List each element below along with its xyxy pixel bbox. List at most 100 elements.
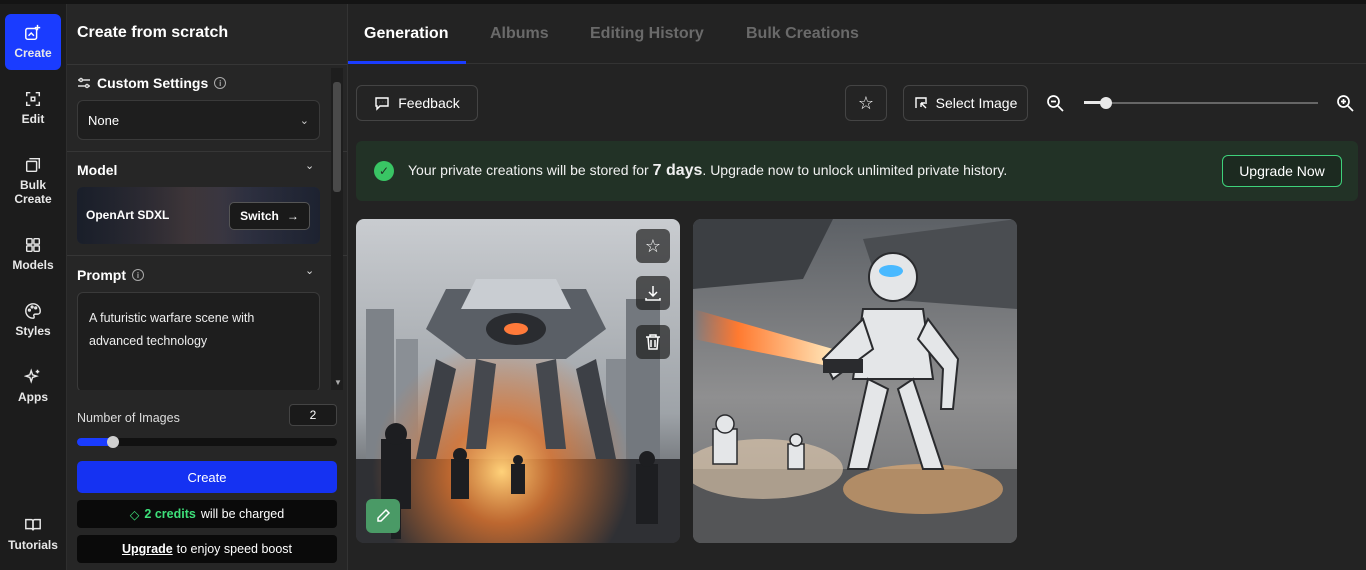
nav-create-label: Create bbox=[14, 46, 52, 60]
nav-create[interactable]: Create bbox=[5, 14, 61, 70]
tab-bulk-creations[interactable]: Bulk Creations bbox=[746, 25, 859, 43]
left-nav-rail: Create Edit Bulk Create Models Styles Ap… bbox=[0, 4, 67, 570]
banner-prefix: Your private creations will be stored fo… bbox=[408, 162, 649, 178]
prompt-collapse-chevron-icon[interactable]: ⌄ bbox=[305, 264, 314, 277]
nav-models[interactable]: Models bbox=[5, 236, 61, 272]
panel-scrollbar[interactable]: ▼ bbox=[331, 68, 343, 390]
scroll-down-arrow-icon[interactable]: ▼ bbox=[334, 378, 342, 387]
divider bbox=[67, 151, 347, 152]
favorites-button[interactable]: ☆ bbox=[845, 85, 887, 121]
slider-knob[interactable] bbox=[107, 436, 120, 448]
generate-controls: Number of Images 2 Create ◇ 2 credits wi… bbox=[67, 390, 347, 570]
num-images-label: Number of Images bbox=[77, 411, 180, 425]
diamond-icon: ◇ bbox=[129, 507, 140, 522]
active-tab-indicator bbox=[348, 61, 466, 64]
download-image-button[interactable] bbox=[636, 276, 670, 310]
zoom-slider[interactable] bbox=[1084, 102, 1318, 104]
speed-boost-notice: Upgrade to enjoy speed boost bbox=[77, 535, 337, 563]
credits-notice: ◇ 2 credits will be charged bbox=[77, 500, 337, 528]
select-image-button[interactable]: Select Image bbox=[903, 85, 1028, 121]
favorite-image-button[interactable]: ☆ bbox=[636, 229, 670, 263]
num-images-input[interactable]: 2 bbox=[289, 404, 337, 426]
sliders-icon bbox=[78, 77, 90, 89]
model-name: OpenArt SDXL bbox=[86, 208, 170, 222]
model-card[interactable]: OpenArt SDXL Switch → bbox=[77, 187, 320, 244]
select-image-label: Select Image bbox=[935, 95, 1018, 111]
nav-edit-label: Edit bbox=[21, 112, 45, 126]
main-content: Generation Albums Editing History Bulk C… bbox=[348, 4, 1366, 570]
pencil-icon bbox=[377, 508, 391, 522]
prompt-heading-label: Prompt bbox=[77, 267, 126, 283]
model-collapse-chevron-icon[interactable]: ⌄ bbox=[305, 159, 314, 172]
credits-suffix: will be charged bbox=[200, 507, 285, 521]
prompt-textarea[interactable]: A futuristic warfare scene with advanced… bbox=[77, 292, 320, 392]
settings-panel: Create from scratch Custom Settings i No… bbox=[67, 4, 348, 570]
apps-sparkle-icon bbox=[24, 368, 40, 384]
star-icon: ☆ bbox=[857, 92, 875, 113]
prompt-heading: Prompt i bbox=[77, 267, 144, 283]
bulk-stack-icon bbox=[25, 157, 41, 173]
trash-icon bbox=[646, 334, 660, 350]
custom-settings-select[interactable]: None ⌄ bbox=[77, 100, 320, 140]
model-heading-label: Model bbox=[77, 162, 118, 178]
model-heading: Model bbox=[77, 162, 117, 178]
download-icon bbox=[645, 286, 661, 301]
nav-tutorials-label: Tutorials bbox=[8, 538, 58, 552]
scrollbar-thumb[interactable] bbox=[333, 82, 341, 192]
book-icon bbox=[25, 518, 41, 531]
tab-editing-history[interactable]: Editing History bbox=[590, 25, 704, 43]
nav-bulk-create-label: Bulk Create bbox=[14, 178, 52, 206]
check-circle-icon: ✓ bbox=[374, 161, 394, 181]
upgrade-now-button[interactable]: Upgrade Now bbox=[1222, 155, 1342, 187]
info-icon[interactable]: i bbox=[132, 269, 144, 281]
tab-generation[interactable]: Generation bbox=[364, 25, 448, 43]
nav-styles[interactable]: Styles bbox=[5, 302, 61, 338]
models-grid-icon bbox=[25, 237, 41, 253]
num-images-slider[interactable] bbox=[77, 436, 337, 448]
feedback-label: Feedback bbox=[398, 95, 460, 111]
robot-soldier-image bbox=[693, 219, 1017, 543]
generated-image-1[interactable]: ☆ bbox=[356, 219, 680, 543]
generated-image-2[interactable] bbox=[693, 219, 1017, 543]
info-icon[interactable]: i bbox=[214, 77, 227, 89]
nav-bulk-create[interactable]: Bulk Create bbox=[5, 156, 61, 206]
credits-amount: 2 credits bbox=[144, 507, 196, 521]
nav-styles-label: Styles bbox=[15, 324, 51, 338]
nav-edit[interactable]: Edit bbox=[5, 90, 61, 126]
nav-models-label: Models bbox=[12, 258, 54, 272]
chevron-down-icon: ⌄ bbox=[299, 114, 309, 127]
select-icon bbox=[914, 97, 927, 109]
palette-icon bbox=[25, 303, 41, 319]
tab-albums[interactable]: Albums bbox=[490, 25, 549, 43]
divider bbox=[67, 64, 347, 65]
nav-apps[interactable]: Apps bbox=[5, 368, 61, 404]
feedback-button[interactable]: Feedback bbox=[356, 85, 478, 121]
divider bbox=[67, 255, 347, 256]
zoom-in-icon[interactable] bbox=[1336, 94, 1354, 117]
upgrade-suffix: to enjoy speed boost bbox=[176, 542, 293, 556]
zoom-out-icon[interactable] bbox=[1046, 94, 1064, 117]
edit-image-button[interactable] bbox=[366, 499, 400, 533]
storage-banner: ✓ Your private creations will be stored … bbox=[356, 141, 1358, 201]
tab-bar: Generation Albums Editing History Bulk C… bbox=[348, 4, 1366, 64]
star-icon: ☆ bbox=[644, 235, 662, 256]
create-sparkle-icon bbox=[25, 24, 41, 41]
custom-settings-label: Custom Settings bbox=[97, 75, 209, 91]
zoom-slider-knob[interactable] bbox=[1100, 97, 1112, 109]
nav-apps-label: Apps bbox=[18, 390, 48, 404]
chat-icon bbox=[375, 97, 389, 111]
mech-battle-image bbox=[356, 219, 680, 543]
create-button[interactable]: Create bbox=[77, 461, 337, 493]
switch-model-button[interactable]: Switch → bbox=[229, 202, 310, 230]
edit-frame-icon bbox=[25, 91, 41, 107]
custom-settings-heading: Custom Settings i bbox=[77, 75, 227, 91]
arrow-right-icon: → bbox=[286, 209, 299, 223]
custom-settings-value: None bbox=[88, 112, 120, 128]
banner-message: Your private creations will be stored fo… bbox=[408, 162, 1007, 180]
panel-title: Create from scratch bbox=[77, 24, 229, 41]
banner-days: 7 days bbox=[652, 162, 703, 179]
nav-tutorials[interactable]: Tutorials bbox=[5, 516, 61, 552]
upgrade-link[interactable]: Upgrade bbox=[122, 542, 173, 556]
switch-label: Switch bbox=[240, 209, 279, 223]
delete-image-button[interactable] bbox=[636, 325, 670, 359]
